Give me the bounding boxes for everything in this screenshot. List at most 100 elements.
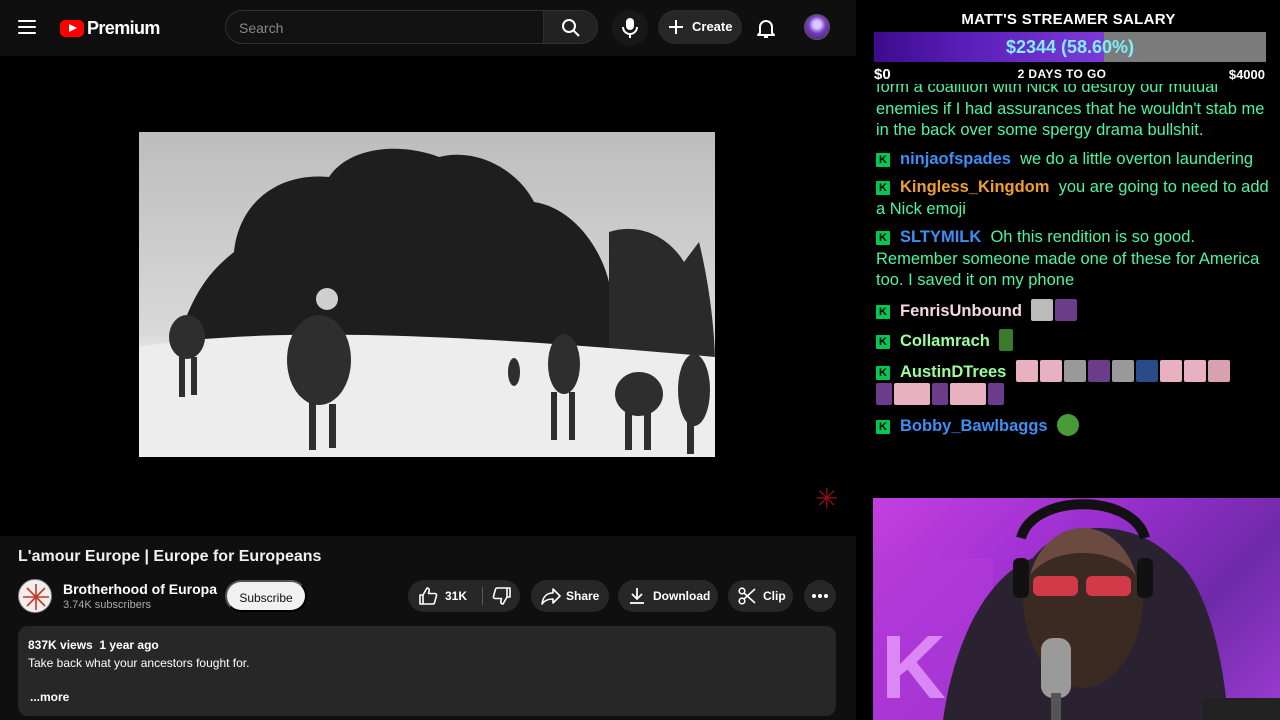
voice-search-button[interactable] [612, 10, 648, 46]
chat-username[interactable]: Kingless_Kingdom [900, 178, 1049, 196]
chat-message-text: form a coalition with Nick to destroy ou… [876, 84, 1265, 139]
download-label: Download [653, 589, 711, 603]
emote-icon [1111, 359, 1134, 382]
goal-progress-bar: $2344 (58.60%) [874, 32, 1266, 62]
emote-icon [988, 383, 1004, 405]
like-dislike-group: 31K [408, 580, 520, 612]
kick-badge-icon: K [876, 181, 890, 195]
youtube-play-icon [60, 19, 84, 37]
emote-icon [1015, 359, 1038, 382]
pepe-emote-icon [1056, 413, 1079, 436]
goal-amount: $2344 (58.60%) [1005, 37, 1135, 57]
webcam-feed: K [873, 498, 1280, 720]
goal-max-label: $4000 [1228, 67, 1265, 82]
bell-icon [757, 20, 775, 38]
search-input[interactable] [239, 18, 529, 38]
chat-message-partial: form a coalition with Nick to destroy ou… [876, 84, 1276, 142]
kick-badge-icon: K [876, 419, 890, 434]
create-button[interactable]: Create [658, 10, 742, 44]
video-frame[interactable] [139, 132, 715, 457]
channel-logo-icon [23, 584, 49, 610]
stream-overlay: MATT'S STREAMER SALARY $2344 (58.60%) $0… [857, 0, 1280, 720]
emote-icon [1183, 359, 1206, 382]
emote-icon [1207, 359, 1230, 382]
goal-title: MATT'S STREAMER SALARY [961, 11, 1176, 28]
chat-panel: form a coalition with Nick to destroy ou… [876, 84, 1276, 496]
video-player[interactable]: ✳ [0, 56, 856, 536]
thumbs-up-icon [419, 587, 438, 605]
chat-message: K Collamrach [876, 329, 1276, 353]
channel-watermark-icon[interactable]: ✳ [815, 482, 838, 515]
account-avatar[interactable] [804, 14, 830, 40]
youtube-header: Premium Create [0, 0, 856, 56]
create-label: Create [692, 19, 733, 34]
emote-icon [1039, 359, 1062, 382]
share-label: Share [566, 589, 600, 603]
chat-message: K FenrisUnbound [876, 298, 1276, 323]
video-still-image [139, 148, 715, 457]
goal-deadline: 2 DAYS TO GO [1017, 67, 1107, 81]
kick-badge-icon: K [876, 335, 890, 349]
chat-message: K AustinDTrees [876, 359, 1276, 407]
kick-badge-icon: K [876, 231, 890, 245]
channel-name[interactable]: Brotherhood of Europa [63, 581, 217, 597]
share-icon [541, 588, 561, 605]
notifications-button[interactable] [754, 16, 778, 40]
channel-avatar[interactable] [18, 579, 52, 613]
chat-username[interactable]: FenrisUnbound [900, 302, 1022, 320]
kick-badge-icon: K [876, 304, 890, 319]
chat-username[interactable]: AustinDTrees [900, 363, 1006, 381]
emote-icon [1031, 298, 1054, 321]
like-count: 31K [445, 589, 468, 603]
like-divider [482, 587, 483, 605]
webcam-image: K [873, 499, 1280, 720]
chat-username[interactable]: Bobby_Bawlbaggs [900, 417, 1048, 435]
emote-icon [1159, 359, 1182, 382]
chat-username[interactable]: Collamrach [900, 332, 990, 350]
search-button[interactable] [543, 10, 598, 44]
microphone-icon [622, 18, 638, 38]
description-box[interactable]: 837K views 1 year ago Take back what you… [18, 626, 836, 716]
emote-icon [1055, 298, 1078, 321]
scissors-icon [738, 587, 756, 605]
share-button[interactable]: Share [531, 580, 609, 612]
dislike-button[interactable] [486, 580, 520, 612]
emote-icon [932, 383, 948, 405]
download-button[interactable]: Download [618, 580, 718, 612]
youtube-logo[interactable]: Premium [60, 18, 160, 38]
thumbs-down-icon [492, 587, 511, 605]
subscriber-count: 3.74K subscribers [63, 599, 152, 611]
emote-icon [1063, 359, 1086, 382]
menu-icon[interactable] [18, 18, 38, 34]
logo-text: Premium [87, 17, 160, 38]
emote-icon [950, 383, 986, 405]
chat-message-text: we do a little overton laundering [1020, 149, 1254, 168]
chat-username[interactable]: SLTYMILK [900, 228, 981, 246]
chat-message: K Bobby_Bawlbaggs [876, 413, 1276, 438]
chat-message: K SLTYMILK Oh this rendition is so good. … [876, 227, 1276, 292]
svg-text:K: K [881, 618, 946, 718]
emote-icon [1087, 359, 1110, 382]
emote-icon [1135, 359, 1158, 382]
description-text: Take back what your ancestors fought for… [28, 656, 250, 670]
pickle-emote-icon [999, 329, 1014, 351]
chat-message: K Kingless_Kingdom you are going to need … [876, 177, 1276, 220]
kick-badge-icon: K [876, 365, 890, 380]
emote-icon [894, 383, 930, 405]
more-actions-button[interactable] [804, 580, 836, 612]
plus-icon [669, 20, 683, 34]
emote-icon [876, 383, 892, 405]
clip-label: Clip [763, 589, 786, 603]
youtube-window: Premium Create [0, 0, 856, 720]
clip-button[interactable]: Clip [728, 580, 793, 612]
kick-badge-icon: K [876, 152, 890, 167]
search-box [225, 10, 543, 44]
chat-username[interactable]: ninjaofspades [900, 150, 1011, 168]
view-count-and-date: 837K views 1 year ago [28, 638, 159, 652]
subscribe-button[interactable]: Subscribe [225, 580, 307, 612]
search-icon [562, 19, 580, 37]
chat-message: Kninjaofspades we do a little overton la… [876, 149, 1276, 171]
like-button[interactable]: 31K [408, 580, 480, 612]
video-title: L'amour Europe | Europe for Europeans [18, 548, 322, 565]
show-more-link[interactable]: ...more [30, 690, 69, 704]
